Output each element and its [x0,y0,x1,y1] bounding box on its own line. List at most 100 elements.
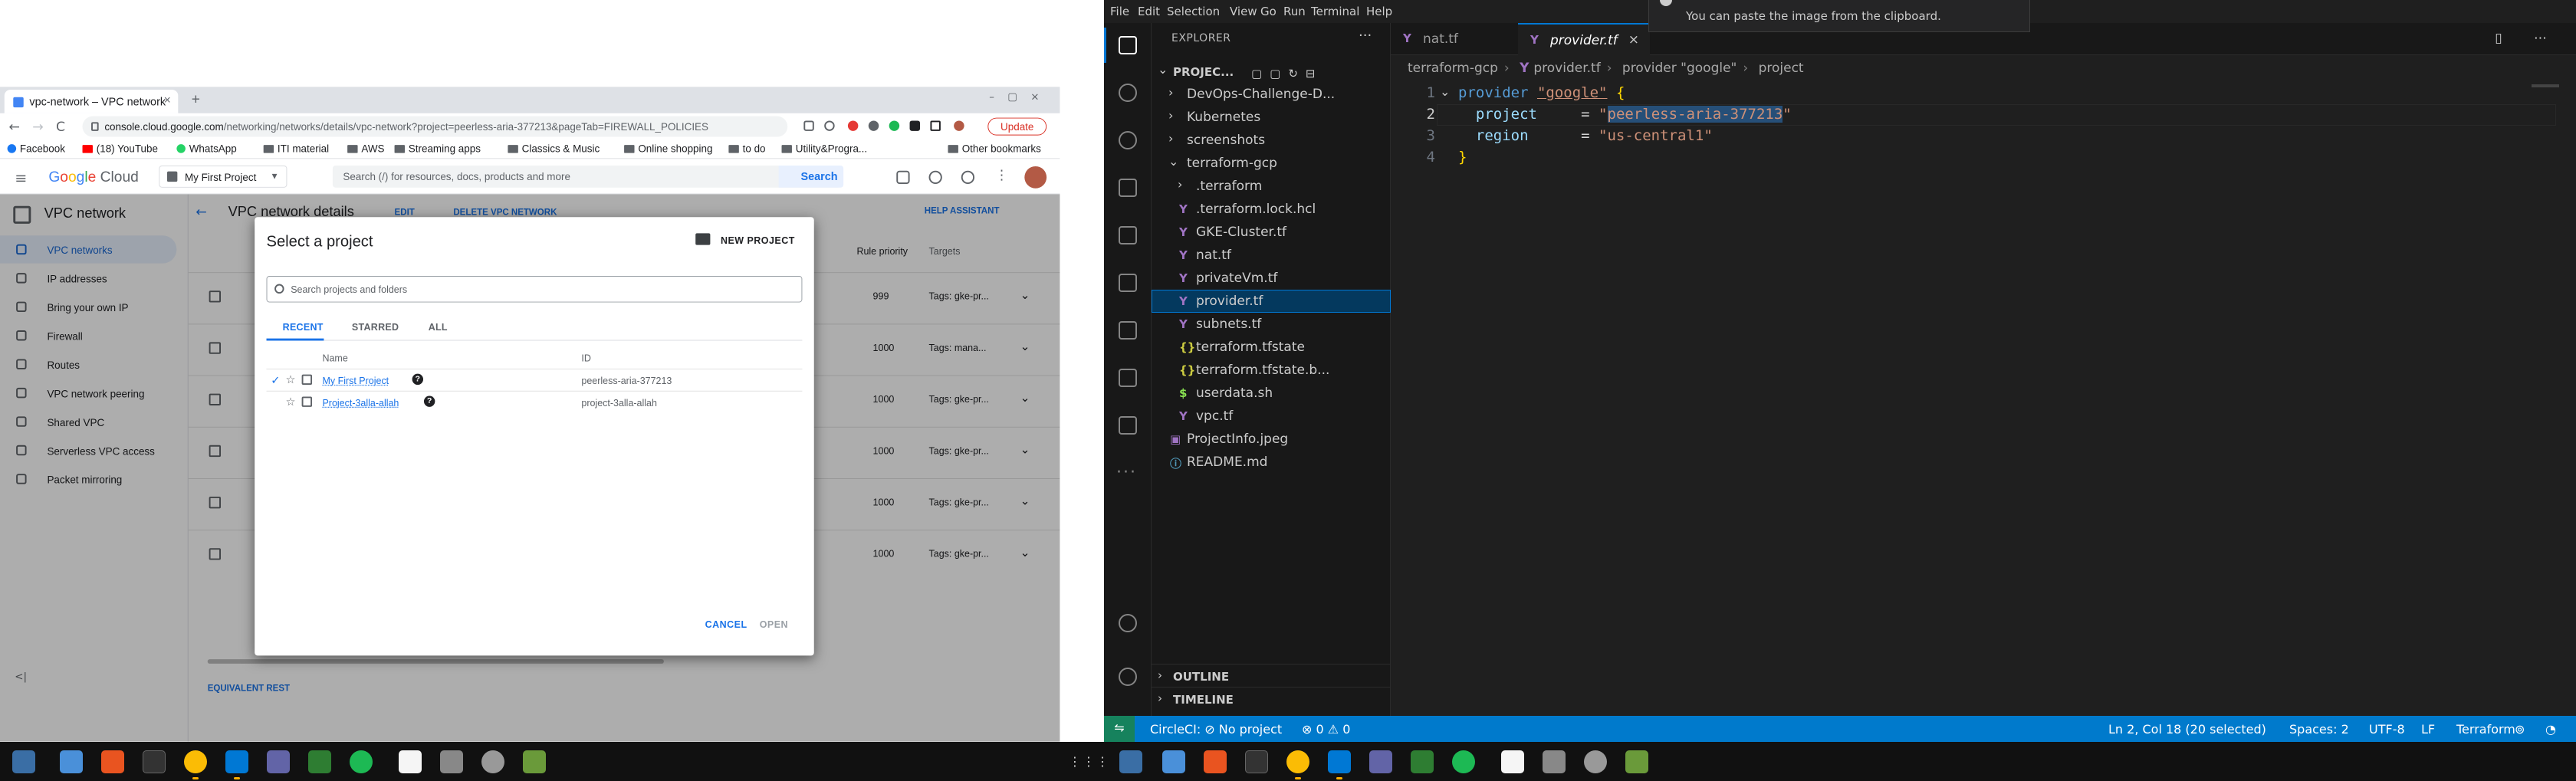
address-bar[interactable]: console.cloud.google.com/networking/netw… [82,116,788,137]
terminal-icon[interactable] [1245,750,1268,773]
problems-status[interactable]: ⊗ 0 ⚠ 0 [1302,722,1350,737]
back-arrow-icon[interactable]: ← [9,120,20,135]
teams-icon[interactable] [1369,750,1392,773]
reload-icon[interactable]: C [56,120,65,135]
help-icon[interactable]: ? [412,373,423,386]
notifications-icon[interactable] [928,170,942,184]
menu-go[interactable]: Go [1260,5,1276,18]
explorer-icon[interactable] [1104,28,1139,63]
remote-indicator-icon[interactable]: ⇋ [1104,716,1135,742]
tree-folder[interactable]: › Kubernetes [1152,106,1391,129]
tree-file[interactable]: Y .terraform.lock.hcl [1152,198,1391,221]
console-search-input[interactable]: Search (/) for resources, docs, products… [332,166,841,188]
project-row[interactable]: ☆ Project-3alla-allah ? project-3alla-al… [266,390,803,413]
project-row[interactable]: ✓ ☆ My First Project ? peerless-aria-377… [266,368,803,391]
profile-avatar-icon[interactable] [954,120,964,131]
app-icon[interactable] [1543,750,1566,773]
tree-file[interactable]: ⓘ README.md [1152,451,1391,474]
fold-chevron-icon[interactable]: ⌄ [1440,84,1450,99]
chrome-icon[interactable] [184,750,207,773]
trash-icon[interactable] [1625,750,1648,773]
eol[interactable]: LF [2421,722,2435,737]
bookmark-streaming[interactable]: Streaming apps [394,143,481,155]
more-vert-icon[interactable]: ⋮ [995,168,1008,183]
search-icon[interactable] [1116,81,1139,104]
hamburger-menu-icon[interactable]: ≡ [15,169,27,187]
tree-file[interactable]: Yvpc.tf [1152,405,1391,428]
tab-all[interactable]: ALL [429,322,448,333]
close-tab-icon[interactable]: × [1628,32,1639,48]
docker-icon[interactable] [1116,366,1139,389]
share-icon[interactable] [803,120,814,131]
bookmark-star-icon[interactable] [824,120,835,131]
timeline-section[interactable]: › TIMELINE [1152,687,1391,710]
tree-folder[interactable]: › screenshots [1152,129,1391,152]
chrome-tab[interactable]: vpc-network – VPC network × [4,90,179,113]
help-icon[interactable]: ? [423,395,435,407]
crumb-folder[interactable]: terraform-gcp [1408,61,1498,76]
forward-arrow-icon[interactable]: → [32,120,43,135]
broadcast-icon[interactable]: ⊚ [2515,722,2525,737]
teams-icon[interactable] [267,750,290,773]
spotify-icon[interactable] [1452,750,1475,773]
disk-icon[interactable] [481,750,504,773]
open-button[interactable]: OPEN [760,619,788,629]
bookmark-facebook[interactable]: Facebook [7,143,65,155]
menu-selection[interactable]: Selection [1167,5,1220,18]
image-viewer-icon[interactable] [1411,750,1434,773]
google-cloud-logo[interactable]: Google Cloud [48,169,138,186]
software-icon[interactable] [101,750,124,773]
extension-red-icon[interactable] [847,120,859,131]
tree-folder[interactable]: ⌄ terraform-gcp [1152,152,1391,175]
indentation[interactable]: Spaces: 2 [2289,722,2349,737]
vscode-icon[interactable] [225,750,248,773]
tree-folder[interactable]: › .terraform [1152,175,1391,198]
chrome-update-button[interactable]: Update [987,117,1047,136]
tree-file[interactable]: Y GKE-Cluster.tf [1152,221,1391,244]
tree-file[interactable]: Ynat.tf [1152,244,1391,267]
star-icon[interactable]: ☆ [285,373,295,386]
tree-file[interactable]: Ysubnets.tf [1152,313,1391,336]
help-icon[interactable] [961,170,975,184]
tree-folder[interactable]: › DevOps-Challenge-D... [1152,83,1391,106]
tab-provider-tf[interactable]: Yprovider.tf × [1518,23,1650,55]
terminal-icon[interactable] [143,750,166,773]
project-root[interactable]: ⌄ PROJEC... ▢▢↻⊟ [1152,60,1391,83]
tab-close-icon[interactable]: × [164,94,171,107]
more-icon[interactable]: ··· [1116,463,1137,482]
cursor-position[interactable]: Ln 2, Col 18 (20 selected) [2108,722,2266,737]
text-editor-icon[interactable] [399,750,422,773]
language-mode[interactable]: Terraform [2456,722,2515,737]
menu-edit[interactable]: Edit [1138,5,1160,18]
text-editor-icon[interactable] [1501,750,1524,773]
cancel-button[interactable]: CANCEL [705,619,748,629]
console-search-button[interactable]: Search [778,166,844,188]
tab-recent[interactable]: RECENT [283,322,324,333]
project-search-input[interactable]: Search projects and folders [266,276,803,303]
testing-icon[interactable] [1116,319,1139,342]
menu-terminal[interactable]: Terminal [1311,5,1359,18]
disk-icon[interactable] [1584,750,1607,773]
project-name-link[interactable]: My First Project [322,376,389,386]
avatar[interactable] [1024,166,1047,189]
menu-run[interactable]: Run [1283,5,1306,18]
encoding[interactable]: UTF-8 [2369,722,2405,737]
trash-icon[interactable] [523,750,546,773]
project-name-link[interactable]: Project-3alla-allah [322,397,399,408]
bookmark-classics[interactable]: Classics & Music [508,143,600,155]
new-project-button[interactable]: NEW PROJECT [695,233,795,246]
circleci-status[interactable]: CircleCI: ⊘ No project [1150,722,1282,737]
tree-file[interactable]: $ userdata.sh [1152,382,1391,405]
app-icon[interactable] [440,750,463,773]
tab-starred[interactable]: STARRED [352,322,399,333]
remote-explorer-icon[interactable] [1116,271,1139,294]
crumb-attribute[interactable]: project [1759,61,1804,76]
notification-toast[interactable]: You can paste the image from the clipboa… [1648,0,2030,32]
bookmark-aws[interactable]: AWS [347,143,384,155]
side-panel-icon[interactable] [930,120,941,131]
image-viewer-icon[interactable] [308,750,331,773]
documents-icon[interactable] [1162,750,1185,773]
other-bookmarks[interactable]: Other bookmarks [948,143,1041,155]
tree-file[interactable]: Yprovider.tf [1152,290,1391,313]
new-tab-button[interactable]: + [187,91,205,109]
